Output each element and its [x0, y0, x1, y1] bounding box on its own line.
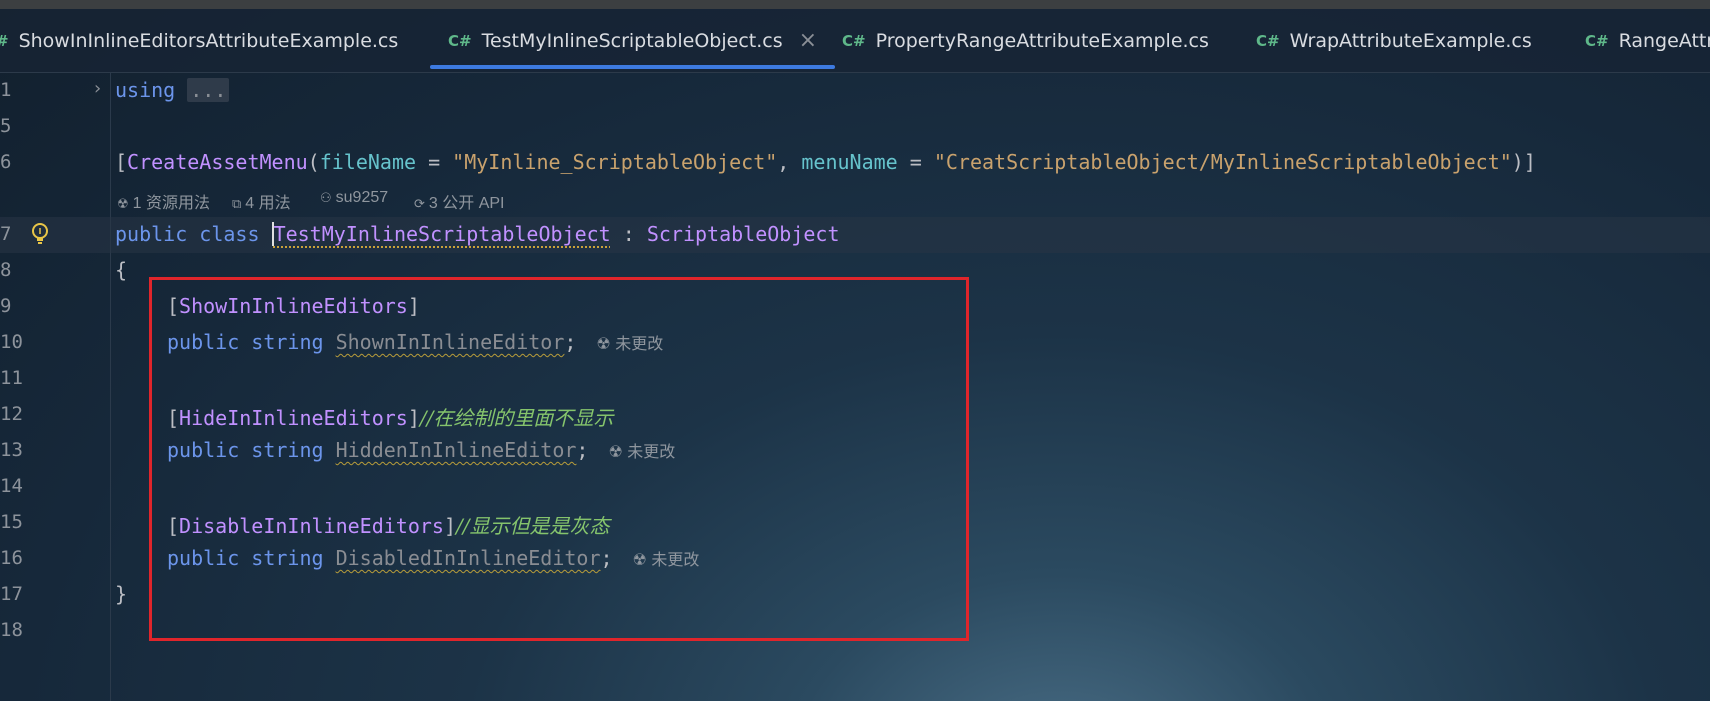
author-hint[interactable]: ⚇ su9257	[320, 189, 388, 207]
hint-text: 1 资源用法	[132, 195, 211, 212]
tab-label: RangeAttri	[1618, 29, 1710, 52]
csharp-file-icon: C#	[1585, 31, 1609, 50]
bracket: [	[115, 150, 128, 174]
lightbulb-icon[interactable]	[30, 222, 50, 246]
tab-label: PropertyRangeAttributeExample.cs	[875, 29, 1209, 52]
hint-text: 4 用法	[245, 195, 291, 212]
keyword: public	[115, 222, 188, 246]
base-class-name[interactable]: ScriptableObject	[647, 222, 840, 246]
line-number: 18	[0, 619, 23, 641]
parameter-name: fileName	[319, 150, 417, 174]
tab-range-attribute[interactable]: C# RangeAttri	[1585, 9, 1710, 72]
line-number: 17	[0, 583, 23, 605]
tab-label: WrapAttributeExample.cs	[1289, 29, 1532, 52]
code-line: 6 [CreateAssetMenu(fileName = "MyInline_…	[0, 145, 1710, 181]
code-text: public class TestMyInlineScriptableObjec…	[115, 222, 840, 246]
asset-usages-hint[interactable]: ☢ 1 资源用法	[117, 189, 210, 213]
csharp-file-icon: C#	[1256, 31, 1280, 50]
hint-text: su9257	[335, 189, 389, 206]
external-link-icon: ⧉	[232, 196, 242, 211]
bracket: )]	[1511, 150, 1536, 174]
window-top-strip	[0, 0, 1710, 9]
code-line: 1 › using ...	[0, 73, 1710, 109]
tab-wrap-attribute-example[interactable]: C# WrapAttributeExample.cs	[1256, 9, 1532, 72]
parameter-name: menuName	[801, 150, 898, 174]
operator: =	[416, 150, 453, 174]
line-number: 6	[0, 151, 12, 173]
usages-hint[interactable]: ⧉ 4 用法	[232, 189, 291, 213]
line-number: 8	[0, 259, 12, 281]
line-number: 5	[0, 115, 12, 137]
hint-text: 3 公开 API	[428, 195, 505, 212]
csharp-file-icon: C#	[448, 31, 472, 50]
api-icon: ⟳	[414, 196, 425, 211]
string-literal: "MyInline_ScriptableObject"	[452, 150, 778, 174]
operator: =	[897, 150, 934, 174]
public-api-hint[interactable]: ⟳ 3 公开 API	[414, 189, 505, 213]
user-icon: ⚇	[320, 190, 332, 205]
line-number: 13	[0, 439, 23, 461]
code-text: {	[115, 258, 128, 282]
line-number: 1	[0, 79, 12, 101]
line-number: 10	[0, 331, 23, 353]
line-number: 7	[0, 223, 12, 245]
tab-label: ShowInInlineEditorsAttributeExample.cs	[18, 29, 399, 52]
annotation-highlight-box	[149, 277, 969, 641]
tab-show-in-inline-editors-example[interactable]: # ShowInInlineEditorsAttributeExample.cs	[0, 9, 398, 72]
unity-icon: ☢	[117, 196, 129, 211]
code-line: 5	[0, 109, 1710, 145]
keyword: class	[199, 222, 260, 246]
chevron-right-icon[interactable]: ›	[94, 78, 101, 99]
line-number: 11	[0, 367, 23, 389]
code-vision-hints: ☢ 1 资源用法 ⧉ 4 用法 ⚇ su9257 ⟳ 3 公开 API	[0, 181, 1710, 213]
tab-label: TestMyInlineScriptableObject.cs	[481, 29, 783, 52]
close-icon[interactable]: ×	[799, 28, 817, 53]
keyword: using	[115, 78, 176, 102]
folded-region[interactable]: ...	[187, 78, 230, 102]
code-line-current: 7 public class TestMyInlineScriptableObj…	[0, 217, 1710, 253]
attribute-name: CreateAssetMenu	[127, 150, 308, 174]
line-number: 15	[0, 511, 23, 533]
line-number: 9	[0, 295, 12, 317]
csharp-file-icon: #	[0, 32, 9, 50]
active-tab-indicator	[430, 65, 836, 69]
editor-tab-bar: # ShowInInlineEditorsAttributeExample.cs…	[0, 9, 1710, 73]
line-number: 12	[0, 403, 23, 425]
string-literal: "CreatScriptableObject/MyInlineScriptabl…	[933, 150, 1512, 174]
comma: ,	[777, 150, 802, 174]
tab-test-my-inline-scriptable-object[interactable]: C# TestMyInlineScriptableObject.cs ×	[430, 9, 836, 72]
code-text: }	[115, 582, 128, 606]
tab-property-range-example[interactable]: C# PropertyRangeAttributeExample.cs	[842, 9, 1209, 72]
line-number: 16	[0, 547, 23, 569]
csharp-file-icon: C#	[842, 31, 866, 50]
code-text: [CreateAssetMenu(fileName = "MyInline_Sc…	[115, 150, 1536, 174]
code-text: using ...	[115, 78, 230, 102]
class-name[interactable]: TestMyInlineScriptableObject	[274, 222, 611, 246]
line-number: 14	[0, 475, 23, 497]
colon: :	[610, 222, 647, 246]
